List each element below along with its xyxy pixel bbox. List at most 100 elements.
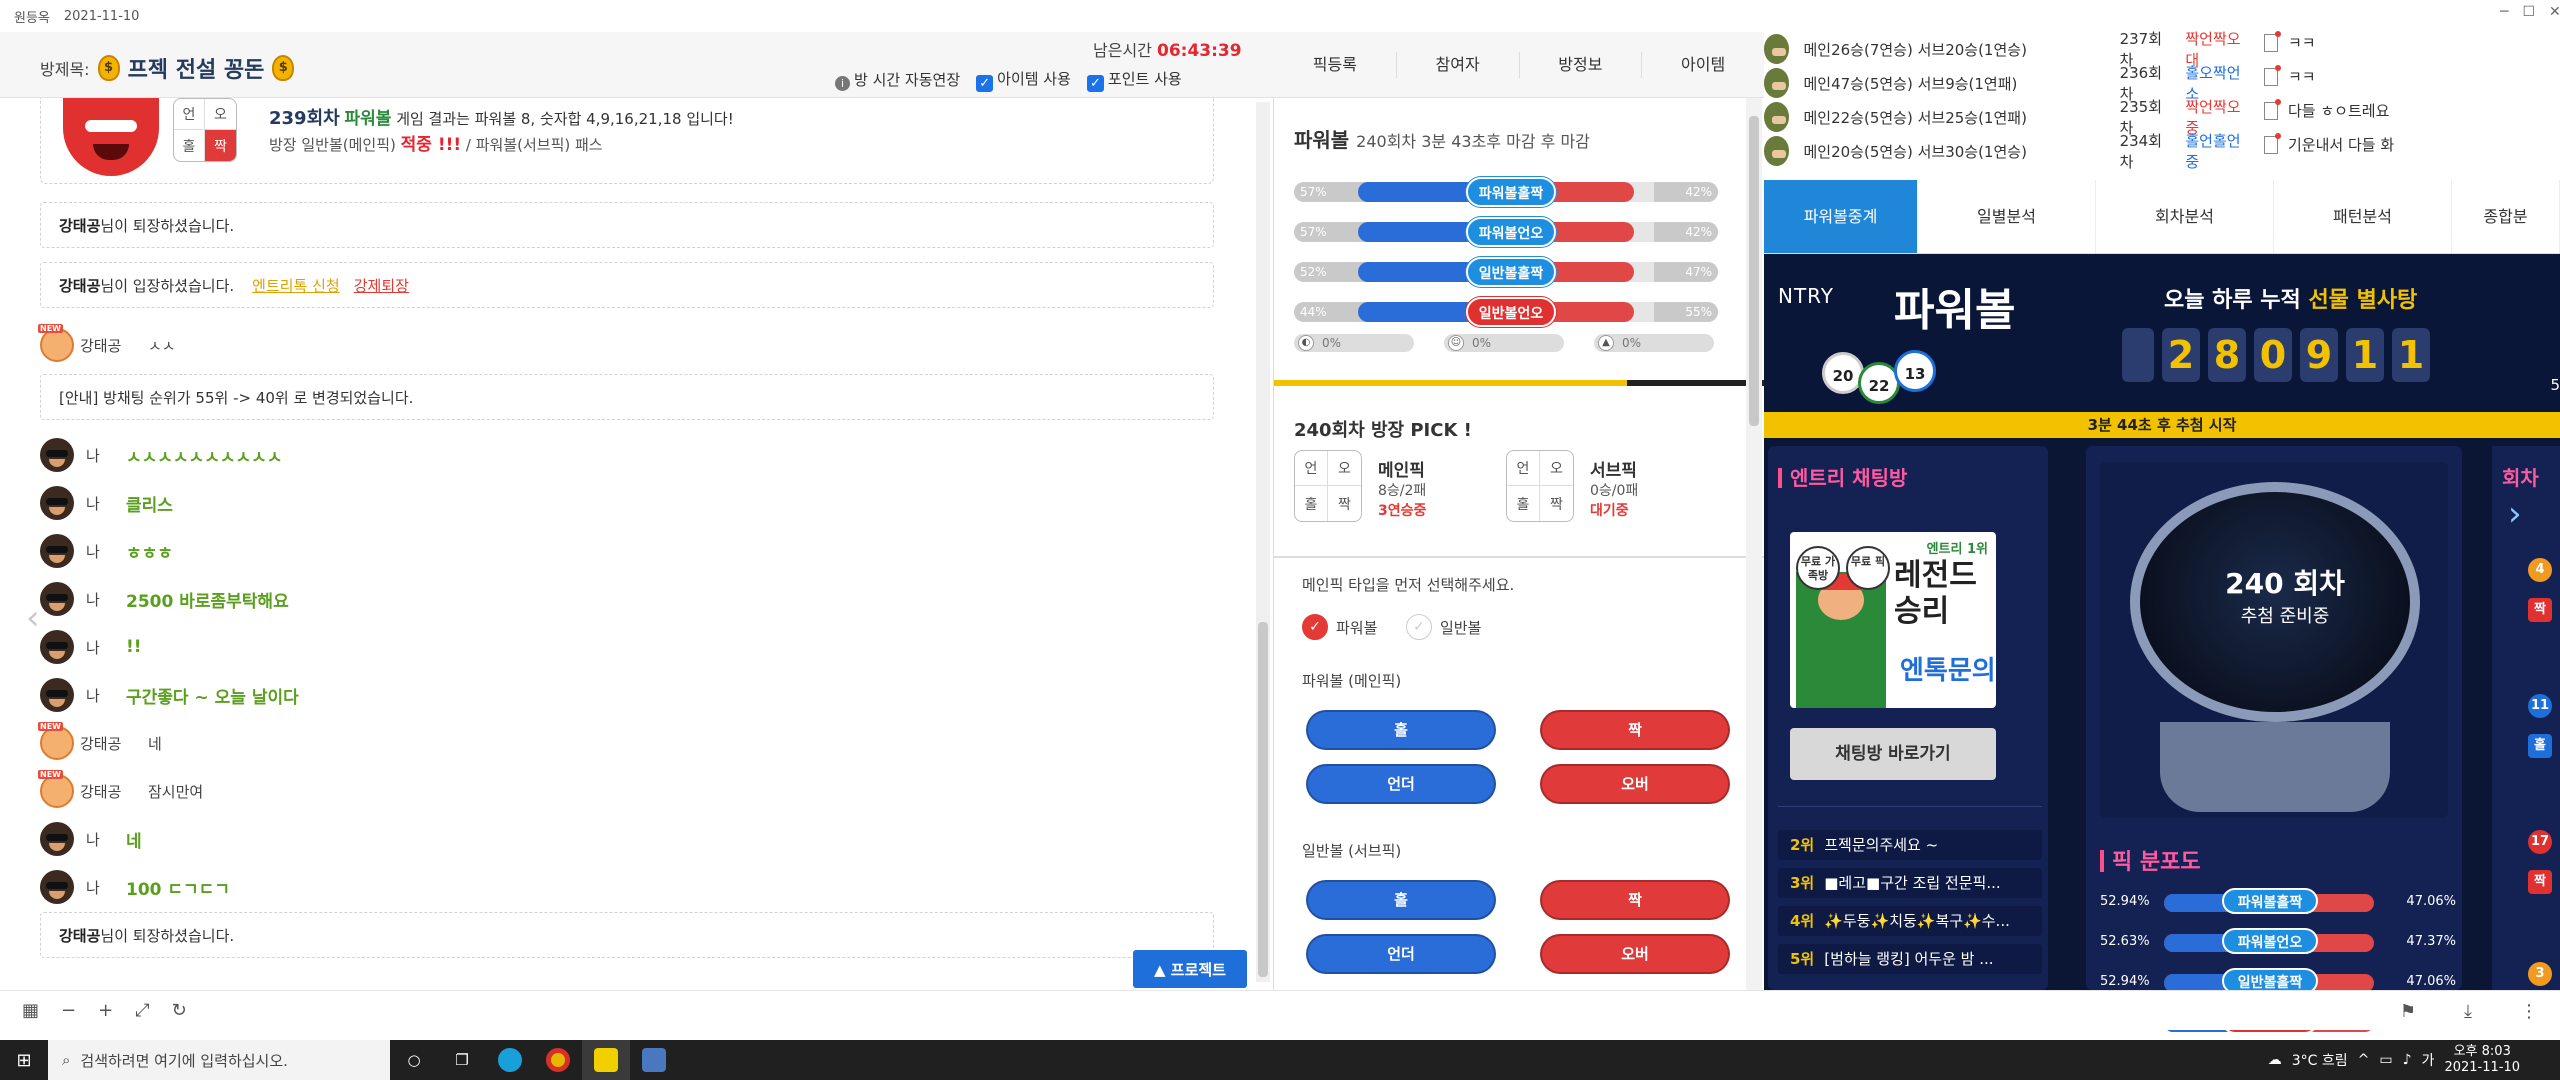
cortana-icon[interactable]: ○	[390, 1040, 438, 1080]
radio-powerball[interactable]: ✓ 파워볼	[1302, 614, 1377, 640]
main-under-button[interactable]: 언더	[1306, 764, 1496, 804]
list-item[interactable]: 기운내서 다들 화	[2264, 132, 2394, 155]
rank-item[interactable]: 3위 ■레고■구간 조립 전문픽...	[1778, 868, 2042, 898]
sub-odd-button[interactable]: 홀	[1306, 880, 1496, 920]
kakaotalk-icon[interactable]	[582, 1040, 630, 1080]
minimize-button[interactable]: ─	[2500, 4, 2508, 20]
refresh-icon[interactable]: ↻	[172, 1000, 187, 1021]
fullscreen-icon[interactable]: ⤢	[135, 1000, 149, 1021]
scroll-thumb[interactable]	[1749, 116, 1759, 426]
user-icon: ◐	[1298, 335, 1314, 351]
sub-even-button[interactable]: 짝	[1540, 880, 1730, 920]
zoom-in-icon[interactable]: +	[98, 1000, 113, 1021]
dist-right-value: 47.37%	[2406, 934, 2456, 949]
distribution-title: 픽 분포도	[2100, 844, 2201, 876]
screen: 원등옥 2021-11-10 ─ ☐ ✕ 방제목: $ 프젝 전설 꽁돈 $ 남…	[0, 0, 2560, 1080]
my-avatar	[40, 534, 74, 568]
small-stat: ☺ 0%	[1444, 334, 1564, 352]
pick-panel: 파워볼 240회차 3분 43초후 마감 후 마감 57% 42% 파워볼홀짝 57%…	[1274, 98, 1764, 990]
list-item[interactable]: ㅋㅋ	[2264, 30, 2316, 53]
chat-scrollbar[interactable]	[1256, 102, 1270, 982]
chrome-icon[interactable]	[534, 1040, 582, 1080]
pick-grid: 언오 홀짝	[1294, 450, 1362, 522]
browser-toolbar: ▦ − + ⤢ ↻ ⚑ ⤓ ⋮	[0, 990, 2560, 1030]
tab-round-analysis[interactable]: 회차분석	[2096, 180, 2274, 253]
info-icon: i	[835, 76, 850, 91]
rank-item[interactable]: 4위 ✨두둥✨치둥✨복구✨수...	[1778, 906, 2042, 936]
list-item[interactable]: ㅋㅋ	[2264, 64, 2316, 87]
stat-right-value: 47%	[1654, 262, 1718, 282]
tab-pick-register[interactable]: 픽등록	[1274, 51, 1397, 78]
list-item[interactable]: 메인20승(5연승) 서브30승(1연승) 234회차 홀언홀언중	[1764, 132, 2244, 171]
pick-grid: 언오 홀짝	[1506, 450, 1574, 522]
bookmark-icon[interactable]: ⚑	[2400, 1001, 2416, 1022]
more-icon[interactable]: ⋮	[2520, 1001, 2538, 1022]
calculator-icon[interactable]	[630, 1040, 678, 1080]
panel-scrollbar[interactable]	[1746, 98, 1762, 990]
rank-item[interactable]: 2위 프젝문의주세요 ~	[1778, 830, 2042, 860]
tab-room-info[interactable]: 방정보	[1520, 51, 1643, 78]
promo-card[interactable]: 무료 가족방 무료 픽 엔트리 1위 레전드 승리 엔톡문의	[1790, 532, 1996, 708]
item-use-checkbox[interactable]: ✓ 아이템 사용	[976, 68, 1071, 92]
radio-normalball[interactable]: ✓ 일반볼	[1406, 614, 1481, 640]
dist-tag: 파워볼홀짝	[2222, 888, 2318, 914]
check-icon: ✓	[1406, 614, 1432, 640]
people-icon: ☺	[1448, 335, 1464, 351]
tab-pattern-analysis[interactable]: 패턴분석	[2274, 180, 2452, 253]
search-icon: ⌕	[62, 1051, 71, 1069]
tab-total-analysis[interactable]: 종합분	[2452, 180, 2560, 253]
tab-daily-analysis[interactable]: 일별분석	[1918, 180, 2096, 253]
main-odd-button[interactable]: 홀	[1306, 710, 1496, 750]
windows-start-icon[interactable]: ⊞	[0, 1040, 48, 1080]
stat-tag: 파워볼홀짝	[1466, 177, 1556, 207]
sub-over-button[interactable]: 오버	[1540, 934, 1730, 974]
auto-extend-option[interactable]: i방 시간 자동연장	[835, 69, 960, 91]
chat-message: 나 100 ㄷㄱㄷㄱ	[40, 870, 230, 904]
stat-right-value: 42%	[1654, 222, 1718, 242]
clock[interactable]: 오후 8:03 2021-11-10	[2444, 1044, 2520, 1076]
sub-under-button[interactable]: 언더	[1306, 934, 1496, 974]
room-title-area: 방제목: $ 프젝 전설 꽁돈 $	[40, 52, 295, 84]
chevron-left-icon[interactable]: ‹	[26, 598, 40, 638]
edge-icon[interactable]	[486, 1040, 534, 1080]
round-panel-title: 회차	[2502, 466, 2539, 490]
my-avatar	[40, 582, 74, 616]
grid-icon[interactable]: ▦	[22, 1000, 39, 1021]
checkbox-checked-icon: ✓	[1086, 75, 1104, 92]
entry-talk-link[interactable]: 엔트리톡 신청	[252, 275, 340, 296]
scroll-thumb[interactable]	[1258, 622, 1268, 977]
project-button[interactable]: ▲ 프로젝트	[1133, 950, 1247, 988]
list-item[interactable]: 메인47승(5연승) 서브9승(1연패) 236회차 홀오짝언소	[1764, 64, 2244, 103]
chevron-right-icon[interactable]: ›	[2508, 494, 2522, 534]
tab-powerball-live[interactable]: 파워볼중계	[1764, 180, 1918, 253]
user-avatar	[38, 324, 74, 362]
maximize-button[interactable]: ☐	[2522, 4, 2535, 20]
list-item[interactable]: 메인22승(5연승) 서브25승(1연패) 235회차 짝언짝오중	[1764, 98, 2244, 137]
tab-participants[interactable]: 참여자	[1397, 51, 1520, 78]
main-over-button[interactable]: 오버	[1540, 764, 1730, 804]
download-icon[interactable]: ⤓	[2464, 1001, 2472, 1022]
ime-indicator[interactable]: 가	[2422, 1050, 2435, 1070]
ranking-list: 메인26승(7연승) 서브20승(1연승) 237회차 짝언짝오대 메인47승(5연…	[1764, 30, 2244, 178]
task-view-icon[interactable]: ❐	[438, 1040, 486, 1080]
main-even-button[interactable]: 짝	[1540, 710, 1730, 750]
weather-text[interactable]: 3°C 흐림	[2292, 1050, 2348, 1070]
money-bag-icon: $	[272, 55, 295, 81]
list-item[interactable]: 메인26승(7연승) 서브20승(1연승) 237회차 짝언짝오대	[1764, 30, 2244, 69]
tray-arrow-icon[interactable]: ^	[2358, 1052, 2370, 1068]
tab-items[interactable]: 아이템	[1642, 52, 1764, 78]
rank-item[interactable]: 5위 [범하늘 랭킹] 어두운 밤 ...	[1778, 944, 2042, 974]
pick-title: 240회차 방장 PICK !	[1294, 420, 1472, 441]
volume-icon[interactable]: ♪	[2403, 1052, 2412, 1068]
my-avatar	[40, 822, 74, 856]
kick-link[interactable]: 강제퇴장	[354, 275, 409, 296]
taskbar-search[interactable]: ⌕ 검색하려면 여기에 입력하십시오.	[48, 1040, 390, 1080]
zoom-out-icon[interactable]: −	[61, 1000, 76, 1021]
point-use-checkbox[interactable]: ✓ 포인트 사용	[1086, 68, 1182, 92]
network-icon[interactable]: ▭	[2379, 1052, 2392, 1068]
close-button[interactable]: ✕	[2549, 4, 2560, 20]
small-stat: ◐ 0%	[1294, 334, 1414, 352]
list-item[interactable]: 다들 ㅎㅇ트레요	[2264, 98, 2389, 121]
chat-area: 언오 홀짝 239회차 파워볼 게임 결과는 파워볼 8, 숫자합 4,9,16…	[0, 98, 1274, 990]
go-chat-button[interactable]: 채팅방 바로가기	[1790, 728, 1996, 780]
